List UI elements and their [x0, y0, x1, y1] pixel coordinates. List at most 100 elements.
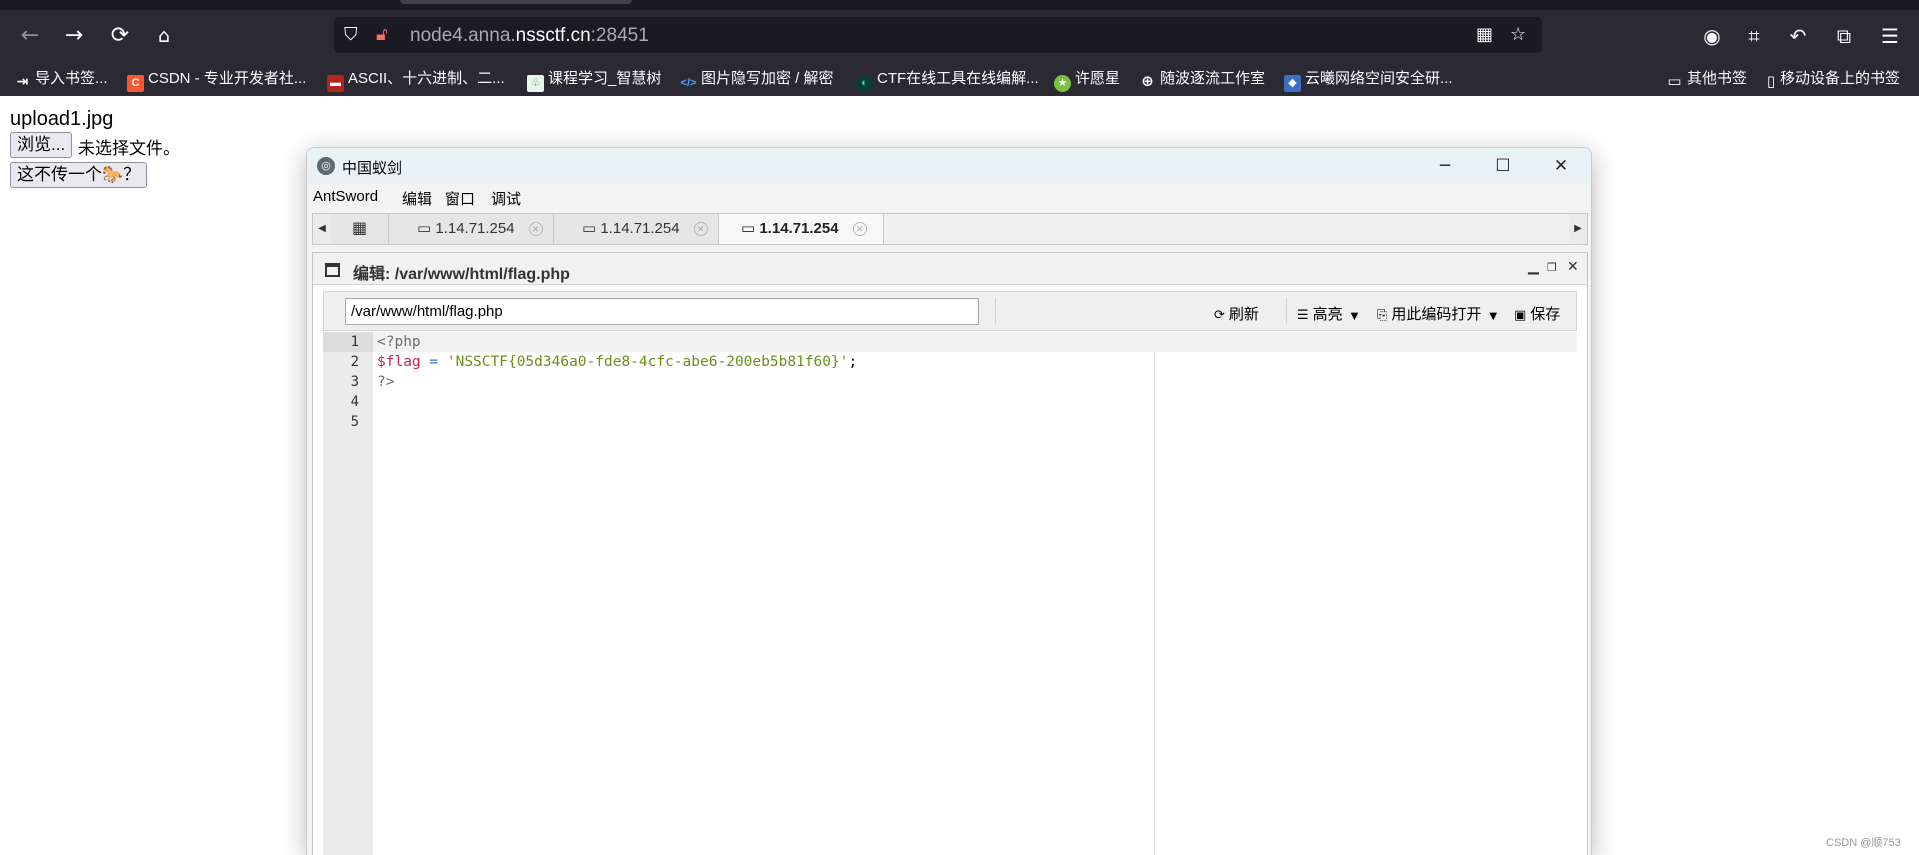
line-number-gutter [323, 332, 373, 855]
editor-title: 编辑: /var/www/html/flag.php [353, 266, 570, 283]
ascii-site-icon: ▬ [327, 75, 344, 92]
line-number: 5 [350, 414, 359, 430]
insecure-lock-icon[interactable]: 🔓︎ [376, 22, 388, 48]
minimize-icon[interactable]: ─ [1416, 148, 1474, 184]
save-icon: ▣ [1514, 308, 1527, 323]
tab-close-icon[interactable]: ✕ [852, 222, 867, 236]
bookmark-yunxi[interactable]: ◆ 云曦网络空间安全研... [1284, 68, 1453, 92]
panel-minimize-icon[interactable]: ▁ [1528, 259, 1539, 275]
menu-antsword[interactable]: AntSword [313, 188, 378, 205]
print-margin [1154, 352, 1155, 855]
ctf-tool-icon: ◐ [856, 75, 873, 92]
tab-shell-2[interactable]: ▭ 1.14.71.254 ✕ [554, 214, 719, 244]
refresh-button[interactable]: ⟳ 刷新 [1214, 303, 1259, 324]
bookmark-suibo[interactable]: ⊕ 随波逐流工作室 [1139, 68, 1265, 90]
line-number: 2 [350, 354, 359, 370]
toolbar-separator [1286, 298, 1287, 324]
refresh-icon: ⟳ [1214, 308, 1225, 323]
forward-icon[interactable]: → [60, 22, 88, 50]
tab-shell-3-active[interactable]: ▭ 1.14.71.254 ✕ [719, 214, 884, 244]
folder-icon: ▭ [582, 220, 601, 237]
shell-tab-bar: ◀ ▦ ▭ 1.14.71.254 ✕ ▭ 1.14.71.254 ✕ ▭ 1.14… [312, 213, 1588, 245]
url-text[interactable]: node4.anna.nssctf.cn:28451 [410, 25, 649, 47]
list-icon: ☰ [1297, 308, 1309, 323]
yunxi-icon: ◆ [1284, 75, 1301, 92]
window-icon [325, 263, 340, 277]
code-line-3: ?> [377, 374, 395, 390]
menu-window[interactable]: 窗口 [445, 188, 475, 209]
antsword-window: ◎ 中国蚁剑 ─ ☐ ✕ AntSword 编辑 窗口 调试 ◀ ▦ ▭ 1.1… [306, 147, 1592, 855]
browser-chrome: ← → ⟳ ⌂ ⛉ 🔓︎ node4.anna.nssctf.cn:28451 … [0, 0, 1919, 96]
bookmark-star-icon[interactable]: ☆ [1510, 22, 1526, 48]
caret-down-icon: ▼ [1489, 311, 1498, 322]
code-line-1: <?php [377, 334, 421, 350]
bookmark-stego[interactable]: </> 图片隐写加密 / 解密 [680, 68, 834, 90]
close-icon[interactable]: ✕ [1532, 148, 1590, 184]
bookmark-ascii[interactable]: ▬ ASCII、十六进制、二... [327, 68, 505, 92]
bookmarks-toolbar: ⇥ 导入书签... C CSDN - 专业开发者社... ▬ ASCII、十六进制、二… [0, 64, 1919, 94]
panel-close-icon[interactable]: ✕ [1567, 259, 1579, 275]
tab-close-icon[interactable]: ✕ [693, 222, 708, 236]
account-icon[interactable]: ◉ [1698, 22, 1726, 50]
zhihuishu-icon: ♧ [527, 75, 544, 92]
folder-icon: ▭ [417, 220, 436, 237]
bookmark-mobile[interactable]: ▯ 移动设备上的书签 [1766, 68, 1900, 90]
code-icon: </> [680, 77, 697, 89]
menu-bar: AntSword 编辑 窗口 调试 [307, 184, 1591, 210]
qr-code-icon[interactable]: ▦ [1476, 22, 1493, 48]
browse-button[interactable]: 浏览... [10, 132, 73, 158]
csdn-watermark: CSDN @顺753 [1826, 837, 1901, 849]
crop-icon[interactable]: ⌗ [1740, 22, 1768, 50]
editor-toolbar: ⟳刷新 ☰高亮▼ ⎘用此编码打开▼ ▣保存 [323, 291, 1577, 331]
star-site-icon: ★ [1054, 75, 1071, 92]
folder-icon: ▭ [741, 220, 760, 237]
bookmark-ctf-tools[interactable]: ◐ CTF在线工具在线编解... [856, 68, 1039, 92]
line-number: 1 [350, 334, 359, 350]
grid-icon: ▦ [351, 220, 368, 237]
open-with-encoding-dropdown[interactable]: ⎘ 用此编码打开 ▼ [1377, 303, 1497, 324]
csdn-icon: C [127, 75, 144, 92]
code-editor[interactable]: 1 2 3 4 5 <?php $flag = 'NSSCTF{05d346a0… [323, 332, 1577, 855]
menu-debug[interactable]: 调试 [491, 188, 521, 209]
uploaded-filename: upload1.jpg [10, 108, 114, 130]
extensions-icon[interactable]: ⧉ [1830, 22, 1858, 50]
shield-icon[interactable]: ⛉ [344, 22, 358, 48]
globe-icon: ⊕ [1141, 73, 1154, 90]
bookmark-wishstar[interactable]: ★ 许愿星 [1054, 68, 1120, 92]
toolbar-separator [995, 298, 996, 324]
maximize-icon[interactable]: ☐ [1474, 148, 1532, 184]
file-editor-panel: 编辑: /var/www/html/flag.php ▁ ❐ ✕ ⟳刷新 ☰高亮… [312, 252, 1588, 855]
bookmark-zhihuishu[interactable]: ♧ 课程学习_智慧树 [527, 68, 661, 92]
address-bar[interactable]: ⛉ 🔓︎ node4.anna.nssctf.cn:28451 ▦ ☆ [334, 17, 1542, 53]
undo-icon[interactable]: ↶ [1784, 22, 1812, 50]
active-tab[interactable] [400, 0, 632, 4]
tab-close-icon[interactable]: ✕ [528, 222, 543, 236]
bookmark-csdn[interactable]: C CSDN - 专业开发者社... [127, 68, 306, 92]
line-number: 3 [350, 374, 359, 390]
window-titlebar[interactable]: ◎ 中国蚁剑 ─ ☐ ✕ [307, 148, 1591, 184]
code-line-2: $flag = 'NSSCTF{05d346a0-fde8-4cfc-abe6-… [377, 354, 858, 370]
mobile-icon: ▯ [1766, 73, 1776, 90]
tab-strip [0, 0, 1919, 10]
back-icon[interactable]: ← [16, 22, 44, 50]
reload-icon[interactable]: ⟳ [106, 22, 134, 50]
upload-submit-button[interactable]: 这不传一个🐎？ [10, 162, 148, 188]
no-file-selected-label: 未选择文件。 [78, 139, 180, 158]
tab-home-grid[interactable]: ▦ [331, 214, 389, 244]
home-icon[interactable]: ⌂ [150, 22, 178, 50]
tab-scroll-left-icon[interactable]: ◀ [313, 214, 331, 244]
file-path-input[interactable] [345, 298, 979, 325]
bookmark-other[interactable]: ▭ 其他书签 [1666, 68, 1747, 90]
antsword-logo-icon: ◎ [317, 157, 335, 175]
bookmark-import[interactable]: ⇥ 导入书签... [14, 68, 108, 90]
tab-shell-1[interactable]: ▭ 1.14.71.254 ✕ [389, 214, 554, 244]
save-button[interactable]: ▣ 保存 [1514, 303, 1560, 324]
tab-scroll-right-icon[interactable]: ▶ [1569, 214, 1587, 244]
import-icon: ⇥ [16, 73, 29, 89]
menu-edit[interactable]: 编辑 [402, 188, 432, 209]
editor-panel-header: 编辑: /var/www/html/flag.php ▁ ❐ ✕ [313, 253, 1587, 285]
highlight-dropdown[interactable]: ☰ 高亮 ▼ [1297, 303, 1358, 324]
panel-restore-icon[interactable]: ❐ [1547, 261, 1557, 274]
menu-icon[interactable]: ☰ [1876, 22, 1904, 50]
folder-icon: ▭ [1667, 73, 1682, 90]
